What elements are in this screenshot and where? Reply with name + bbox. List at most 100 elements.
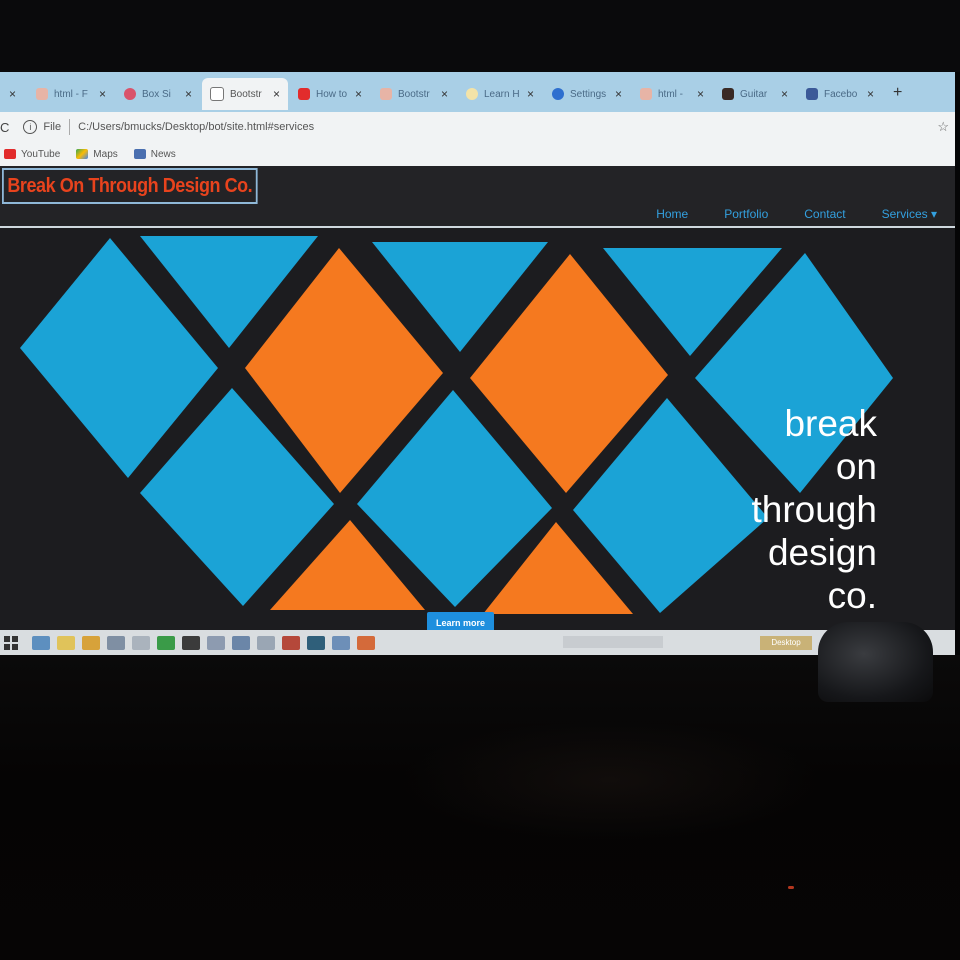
close-icon[interactable]: × bbox=[781, 87, 788, 101]
nav-services-dropdown[interactable]: Services ▾ bbox=[864, 207, 955, 221]
maps-icon bbox=[76, 149, 89, 159]
bookmark-label: Maps bbox=[93, 148, 118, 160]
tab-label: html - F bbox=[54, 88, 88, 100]
taskbar-app-icon[interactable] bbox=[307, 635, 325, 650]
tagline-line: co. bbox=[827, 575, 877, 616]
html-icon bbox=[640, 88, 652, 100]
tab-label: Settings bbox=[570, 88, 607, 100]
tab-learn[interactable]: Learn H × bbox=[458, 78, 542, 110]
tab-label: Facebo bbox=[824, 88, 858, 100]
taskbar-apps bbox=[32, 635, 375, 650]
site-brand[interactable]: Break On Through Design Co. bbox=[2, 168, 258, 204]
tab-label: Bootstr bbox=[398, 88, 430, 100]
taskbar-app-icon[interactable] bbox=[82, 635, 100, 650]
facebook-icon bbox=[806, 88, 818, 100]
nav-home[interactable]: Home bbox=[638, 207, 706, 221]
taskbar-app-icon[interactable] bbox=[357, 635, 375, 650]
taskbar-app-icon[interactable] bbox=[32, 635, 50, 650]
taskbar-app-icon[interactable] bbox=[282, 635, 300, 650]
nav-contact[interactable]: Contact bbox=[786, 207, 863, 221]
tab-bar: × html - F × Box Si × Bootstr × How to ×… bbox=[0, 72, 955, 112]
tab-facebook[interactable]: Facebo × bbox=[798, 78, 882, 110]
divider bbox=[69, 119, 71, 135]
taskbar-desktop-button[interactable]: Desktop bbox=[760, 636, 812, 650]
tagline-line: on bbox=[835, 446, 877, 487]
html-icon bbox=[36, 88, 48, 100]
tab-box-sizing[interactable]: Box Si × bbox=[116, 78, 200, 110]
start-icon[interactable] bbox=[4, 635, 18, 650]
taskbar-app-icon[interactable] bbox=[107, 635, 125, 650]
html-icon bbox=[380, 88, 392, 100]
os-taskbar: Desktop bbox=[0, 630, 955, 655]
tab-label: Guitar bbox=[740, 88, 768, 100]
new-tab-button[interactable]: + bbox=[893, 84, 902, 102]
indicator-light bbox=[788, 886, 794, 889]
bookmark-youtube[interactable]: YouTube bbox=[4, 149, 60, 160]
url-input[interactable]: C:/Users/bmucks/Desktop/bot/site.html#se… bbox=[78, 121, 314, 133]
close-icon[interactable]: × bbox=[185, 87, 192, 101]
close-icon[interactable]: × bbox=[99, 87, 106, 101]
taskbar-app-icon[interactable] bbox=[182, 635, 200, 650]
box-icon bbox=[124, 88, 136, 100]
bookmark-news[interactable]: News bbox=[133, 148, 176, 160]
tab-bootstrap-active[interactable]: Bootstr × bbox=[202, 78, 288, 110]
youtube-icon bbox=[298, 88, 310, 100]
taskbar-app-icon[interactable] bbox=[132, 635, 150, 650]
bookmarks-bar: YouTube Maps News bbox=[0, 142, 955, 166]
taskbar-app-icon[interactable] bbox=[207, 635, 225, 650]
news-icon bbox=[133, 149, 146, 159]
bookmark-maps[interactable]: Maps bbox=[76, 148, 118, 160]
close-icon[interactable]: × bbox=[355, 87, 362, 101]
webcam bbox=[818, 622, 933, 702]
bookmark-label: YouTube bbox=[21, 148, 61, 160]
tagline-line: design bbox=[767, 532, 877, 573]
guitar-icon bbox=[722, 88, 734, 100]
close-icon[interactable]: × bbox=[273, 87, 280, 101]
tab-settings[interactable]: Settings × bbox=[544, 78, 630, 110]
taskbar-app-icon[interactable] bbox=[157, 635, 175, 650]
nav-links: Home Portfolio Contact Services ▾ bbox=[638, 207, 955, 221]
youtube-icon bbox=[4, 149, 16, 159]
nav-portfolio[interactable]: Portfolio bbox=[706, 207, 786, 221]
tab-label: Learn H bbox=[484, 88, 520, 100]
desk-reflection bbox=[400, 720, 820, 840]
close-icon[interactable]: × bbox=[867, 87, 874, 101]
tagline-line: break bbox=[784, 403, 877, 444]
star-icon[interactable]: ☆ bbox=[937, 119, 949, 135]
tab-guitar[interactable]: Guitar × bbox=[714, 78, 796, 110]
tab-partial[interactable]: × bbox=[0, 78, 24, 110]
tab-label: Bootstr bbox=[230, 88, 262, 100]
tagline-line: through bbox=[751, 489, 878, 530]
reload-icon[interactable]: C bbox=[0, 120, 9, 135]
tab-html-2[interactable]: html - × bbox=[632, 78, 712, 110]
monitor-screen: × html - F × Box Si × Bootstr × How to ×… bbox=[0, 72, 955, 655]
close-icon[interactable]: × bbox=[527, 87, 534, 101]
learn-icon bbox=[466, 88, 478, 100]
tab-html-1[interactable]: html - F × bbox=[28, 78, 114, 110]
close-icon[interactable]: × bbox=[615, 87, 622, 101]
taskbar-app-icon[interactable] bbox=[332, 635, 350, 650]
monitor-bezel bbox=[0, 0, 960, 72]
taskbar-app-icon[interactable] bbox=[257, 635, 275, 650]
bookmark-label: News bbox=[150, 148, 176, 160]
address-bar: C i File C:/Users/bmucks/Desktop/bot/sit… bbox=[0, 112, 955, 142]
taskbar-search[interactable] bbox=[563, 636, 663, 648]
tab-label: How to bbox=[316, 88, 348, 100]
site-navbar: Break On Through Design Co. Home Portfol… bbox=[0, 166, 955, 228]
tab-label: html - bbox=[658, 88, 683, 100]
web-page: Break On Through Design Co. Home Portfol… bbox=[0, 166, 955, 637]
hero-tagline: break on through design co. bbox=[752, 402, 878, 617]
tab-how-to[interactable]: How to × bbox=[290, 78, 370, 110]
tab-label: Box Si bbox=[142, 88, 171, 100]
scheme-label: File bbox=[43, 121, 62, 133]
page-icon bbox=[210, 87, 224, 101]
tab-bootstrap-2[interactable]: Bootstr × bbox=[372, 78, 456, 110]
close-icon[interactable]: × bbox=[697, 87, 704, 101]
close-icon[interactable]: × bbox=[9, 87, 16, 101]
gear-icon bbox=[552, 88, 564, 100]
info-icon[interactable]: i bbox=[23, 120, 38, 134]
folder-icon[interactable] bbox=[57, 635, 75, 650]
taskbar-app-icon[interactable] bbox=[232, 635, 250, 650]
hero-banner: break on through design co. bbox=[0, 228, 955, 637]
close-icon[interactable]: × bbox=[441, 87, 448, 101]
